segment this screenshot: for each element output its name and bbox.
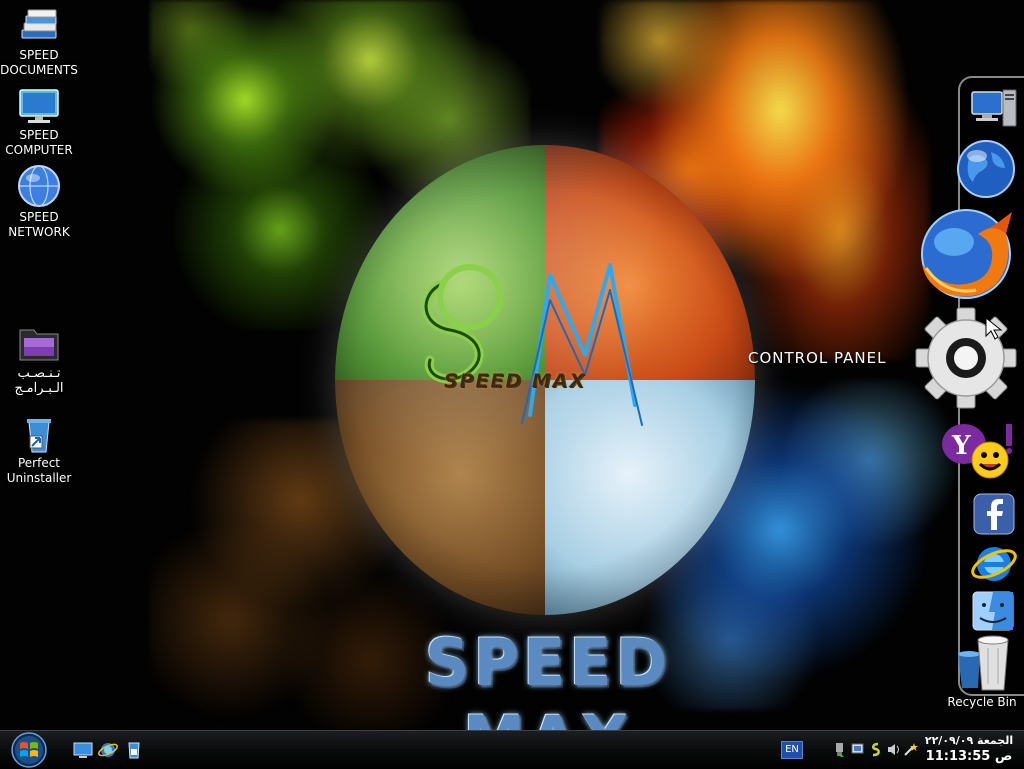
speed-max-logo-text: SPEED MAX bbox=[443, 370, 587, 392]
svg-text:Y: Y bbox=[951, 431, 971, 461]
desktop-icon-label: الـبـرامـج bbox=[14, 381, 64, 396]
desktop-icon-speed-computer[interactable]: SPEED COMPUTER bbox=[0, 88, 79, 158]
taskbar: EN الجمعة ٢٢/٠٩/٠٩ ص 11:13:55 bbox=[0, 730, 1024, 769]
internet-explorer-icon[interactable] bbox=[970, 540, 1018, 586]
desktop[interactable]: SPEED MAX SPEED MAX SPEED DOCUMENTS SPEE… bbox=[0, 0, 1024, 730]
uninstaller-icon[interactable] bbox=[124, 740, 144, 760]
monitor-icon bbox=[19, 89, 59, 123]
dock-hover-label: CONTROL PANEL bbox=[748, 349, 887, 367]
firefox-icon[interactable] bbox=[916, 204, 1018, 302]
desktop-icon-label: تـنـصـب bbox=[17, 366, 61, 381]
wallpaper-fire bbox=[600, 0, 930, 360]
speed-max-banner-text: SPEED MAX bbox=[424, 624, 672, 730]
desktop-icon-label: Uninstaller bbox=[6, 471, 72, 485]
internet-explorer-icon[interactable] bbox=[98, 740, 118, 760]
usb-device-icon[interactable] bbox=[832, 742, 847, 757]
clock-date: الجمعة ٢٢/٠٩/٠٩ bbox=[924, 734, 1014, 747]
desktop-icon-speed-documents[interactable]: SPEED DOCUMENTS bbox=[0, 8, 79, 78]
magic-wand-icon[interactable] bbox=[903, 742, 918, 757]
uninstaller-bin-icon bbox=[27, 419, 51, 453]
desktop-icon-install-programs[interactable]: تـنـصـب الـبـرامـج bbox=[0, 324, 79, 396]
speed-max-logo-icon bbox=[421, 263, 643, 426]
recycle-bin-label: Recycle Bin bbox=[947, 695, 1017, 709]
desktop-icon-label: DOCUMENTS bbox=[0, 63, 78, 77]
globe-icon bbox=[18, 165, 60, 207]
finder-icon[interactable] bbox=[970, 590, 1016, 632]
folder-icon bbox=[19, 329, 59, 361]
speed-max-tray-icon[interactable] bbox=[868, 742, 883, 757]
desktop-icon-label: NETWORK bbox=[8, 225, 70, 239]
globe-icon[interactable] bbox=[955, 138, 1017, 200]
desktop-icon-perfect-uninstaller[interactable]: Perfect Uninstaller bbox=[0, 416, 79, 486]
desktop-icon-speed-network[interactable]: SPEED NETWORK bbox=[0, 164, 79, 240]
show-desktop-icon[interactable] bbox=[73, 740, 93, 760]
start-button[interactable] bbox=[9, 731, 49, 769]
desktop-icon-label: SPEED bbox=[19, 210, 59, 224]
recycle-bin-icon[interactable] bbox=[954, 632, 1016, 692]
language-indicator[interactable]: EN bbox=[781, 741, 803, 759]
desktop-icon-label: Perfect bbox=[17, 456, 61, 470]
system-clock[interactable]: الجمعة ٢٢/٠٩/٠٩ ص 11:13:55 bbox=[918, 733, 1020, 765]
wallpaper-foliage bbox=[150, 0, 530, 330]
facebook-icon[interactable] bbox=[972, 492, 1016, 536]
volume-icon[interactable] bbox=[886, 742, 901, 757]
clock-time: ص 11:13:55 bbox=[925, 749, 1013, 764]
gear-icon[interactable] bbox=[914, 306, 1018, 410]
computer-icon[interactable] bbox=[970, 88, 1018, 132]
yahoo-messenger-icon[interactable]: Y bbox=[940, 420, 1020, 482]
desktop-icon-label: SPEED bbox=[19, 48, 59, 62]
desktop-icon-label: SPEED bbox=[19, 128, 59, 142]
desktop-icon-label: COMPUTER bbox=[5, 143, 73, 157]
network-icon[interactable] bbox=[850, 742, 865, 757]
documents-stack-icon bbox=[21, 9, 57, 39]
